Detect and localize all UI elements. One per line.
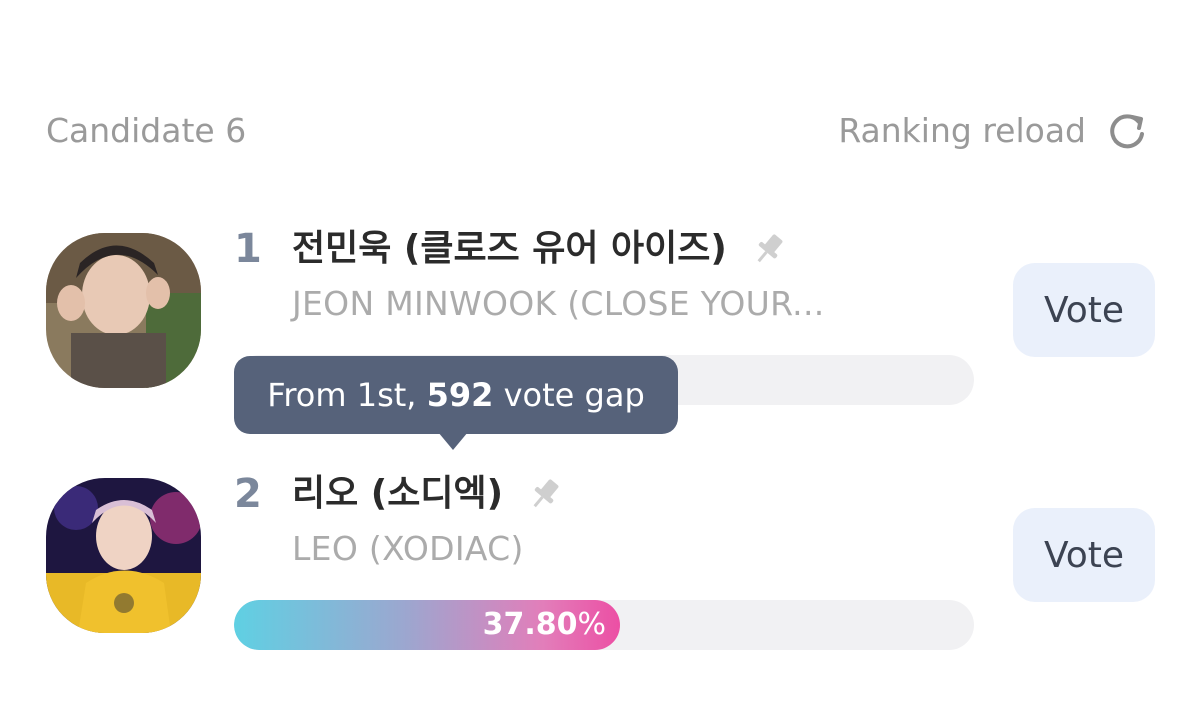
candidate-name-text: 전민욱 (클로즈 유어 아이즈) <box>292 228 727 269</box>
candidate-count: Candidate 6 <box>46 111 247 150</box>
candidate-name: 전민욱 (클로즈 유어 아이즈) <box>292 225 789 273</box>
vote-percentage-value: 37.80 <box>482 607 578 642</box>
candidate-subname: JEON MINWOOK (CLOSE YOUR... <box>292 284 825 323</box>
candidate-name-text: 리오 (소디엑) <box>292 473 504 514</box>
tooltip-gap-value: 592 <box>426 376 494 414</box>
avatar[interactable] <box>46 233 201 388</box>
candidate-row-2: 2 리오 (소디엑) LEO (XODIAC) Vote 37.80% <box>0 470 1200 710</box>
rank-number: 2 <box>234 471 262 517</box>
candidate-photo <box>46 233 201 388</box>
ranking-reload-button[interactable]: Ranking reload <box>838 110 1148 152</box>
candidate-subname: LEO (XODIAC) <box>292 529 524 568</box>
vote-button[interactable]: Vote <box>1013 263 1155 357</box>
candidate-photo <box>46 478 201 633</box>
vote-gap-tooltip: From 1st, 592 vote gap <box>234 356 678 434</box>
tooltip-prefix: From 1st, <box>267 376 427 414</box>
vote-percentage-unit: % <box>577 607 606 642</box>
vote-progress-track: 37.80% <box>234 600 974 650</box>
avatar[interactable] <box>46 478 201 633</box>
tooltip-suffix: vote gap <box>493 376 645 414</box>
vote-button[interactable]: Vote <box>1013 508 1155 602</box>
candidate-name: 리오 (소디엑) <box>292 470 565 518</box>
ranking-reload-label: Ranking reload <box>838 111 1086 150</box>
vote-percentage: 37.80% <box>483 600 606 650</box>
tooltip-arrow <box>438 432 468 450</box>
pin-icon[interactable] <box>749 229 789 269</box>
rank-number: 1 <box>234 226 262 272</box>
refresh-icon[interactable] <box>1106 110 1148 152</box>
pin-icon[interactable] <box>525 474 565 514</box>
ranking-header: Candidate 6 Ranking reload <box>46 110 1148 152</box>
